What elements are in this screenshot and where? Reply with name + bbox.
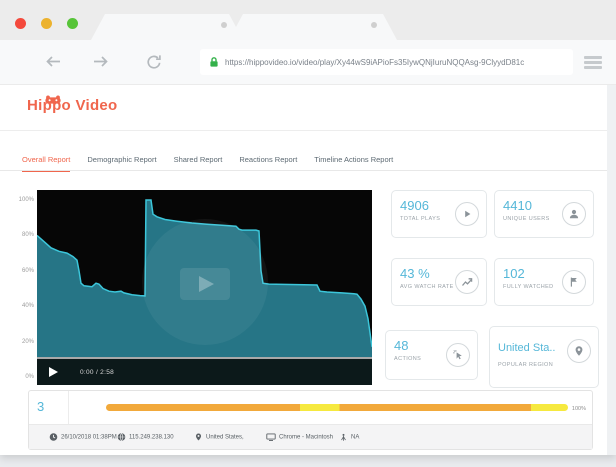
- hippo-video-logo[interactable]: Hippo Video: [27, 97, 118, 114]
- y-axis-label: 0%: [6, 374, 34, 380]
- tab-close-icon[interactable]: [371, 22, 377, 28]
- retention-chart: [37, 190, 372, 385]
- y-axis-label: 20%: [6, 339, 34, 345]
- browser-topbar: [0, 0, 616, 40]
- time-display: 0:00 / 2:58: [80, 369, 114, 376]
- viewer-index: 3: [37, 399, 44, 414]
- trend-icon: [455, 270, 479, 294]
- browser-tab[interactable]: [229, 14, 397, 40]
- progress-percent-label: 100%: [572, 406, 586, 412]
- stat-label: POPULAR REGION: [498, 362, 590, 368]
- url-bar[interactable]: https://hippovideo.io/video/play/Xy44wS9…: [200, 49, 573, 75]
- stat-card-unique-users: 4410 UNIQUE USERS: [494, 190, 594, 238]
- device-icon: [266, 433, 276, 442]
- play-icon: [455, 202, 479, 226]
- viewer-progress-row: 3 100%: [29, 391, 592, 425]
- y-axis-label: 100%: [6, 197, 34, 203]
- scrollbar[interactable]: [607, 85, 616, 455]
- cursor-click-icon: [446, 343, 470, 367]
- tab-close-icon[interactable]: [221, 22, 227, 28]
- meta-network: NA: [339, 433, 359, 442]
- traffic-light-zoom-icon[interactable]: [67, 18, 78, 29]
- stat-card-popular-region: United Sta.. POPULAR REGION: [489, 326, 599, 388]
- browser-window: https://hippovideo.io/video/play/Xy44wS9…: [0, 0, 616, 455]
- meta-datetime: 26/10/2018 01:38PM: [49, 433, 117, 442]
- play-icon[interactable]: [49, 367, 58, 377]
- location-pin-icon: [567, 339, 591, 363]
- meta-location: United States,: [194, 433, 244, 442]
- header-divider: [0, 130, 616, 131]
- traffic-light-close-icon[interactable]: [15, 18, 26, 29]
- browser-navbar: https://hippovideo.io/video/play/Xy44wS9…: [0, 40, 616, 85]
- browser-tab[interactable]: [91, 14, 243, 40]
- divider: [68, 391, 69, 424]
- player-controls: 0:00 / 2:58: [37, 359, 372, 385]
- page-content: Hippo Video Overall Report Demographic R…: [0, 85, 616, 455]
- tabs-divider: [0, 170, 616, 171]
- y-axis-label: 40%: [6, 303, 34, 309]
- user-icon: [562, 202, 586, 226]
- viewer-detail-row[interactable]: 3 100% 26/10/2018 01:38PM 115.249.238.13…: [28, 390, 593, 450]
- meta-browser-os: Chrome - Macintosh: [266, 433, 333, 442]
- url-text: https://hippovideo.io/video/play/Xy44wS9…: [225, 58, 524, 67]
- viewer-meta-row: 26/10/2018 01:38PM 115.249.238.130 Unite…: [29, 425, 592, 449]
- secure-lock-icon: [209, 56, 219, 68]
- flag-icon: [562, 270, 586, 294]
- hippo-face-icon: [45, 91, 61, 108]
- video-player[interactable]: 0:00 / 2:58: [37, 190, 372, 385]
- back-icon[interactable]: [44, 55, 62, 73]
- logo-text: Hippo Video: [27, 97, 118, 114]
- clock-icon: [49, 433, 58, 442]
- network-icon: [339, 433, 348, 442]
- y-axis-label: 60%: [6, 268, 34, 274]
- location-pin-icon: [194, 433, 203, 442]
- globe-icon: [117, 433, 126, 442]
- traffic-light-minimize-icon[interactable]: [41, 18, 52, 29]
- stat-card-total-plays: 4906 TOTAL PLAYS: [391, 190, 487, 238]
- stat-card-fully-watched: 102 FULLY WATCHED: [494, 258, 594, 306]
- stat-card-avg-watch-rate: 43 % AVG WATCH RATE: [391, 258, 487, 306]
- forward-icon[interactable]: [92, 55, 110, 73]
- menu-icon[interactable]: [584, 56, 602, 71]
- watch-progress-bar: [106, 404, 568, 411]
- meta-ip-address: 115.249.238.130: [117, 433, 174, 442]
- y-axis-label: 80%: [6, 232, 34, 238]
- refresh-icon[interactable]: [146, 54, 162, 75]
- stat-card-actions: 48 ACTIONS: [385, 330, 478, 380]
